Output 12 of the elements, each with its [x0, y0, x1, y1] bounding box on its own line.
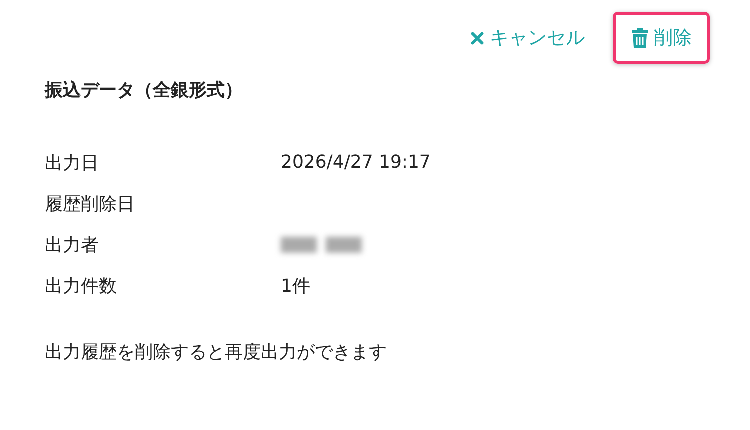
field-label: 出力者 [45, 234, 100, 256]
info-text: 出力履歴を削除すると再度出力ができます [45, 341, 388, 364]
section-title: 振込データ（全銀形式） [45, 79, 244, 102]
field-value: 1件 [281, 274, 310, 298]
field-label: 出力件数 [45, 274, 118, 298]
field-label: 履歴削除日 [45, 192, 136, 216]
cancel-button[interactable]: キャンセル [452, 12, 603, 64]
field-value: 2026/4/27 19:17 [281, 152, 431, 173]
field-label: 出力日 [45, 152, 100, 174]
delete-button[interactable]: 削除 [613, 12, 710, 64]
close-icon [470, 30, 485, 46]
trash-icon [631, 28, 649, 48]
